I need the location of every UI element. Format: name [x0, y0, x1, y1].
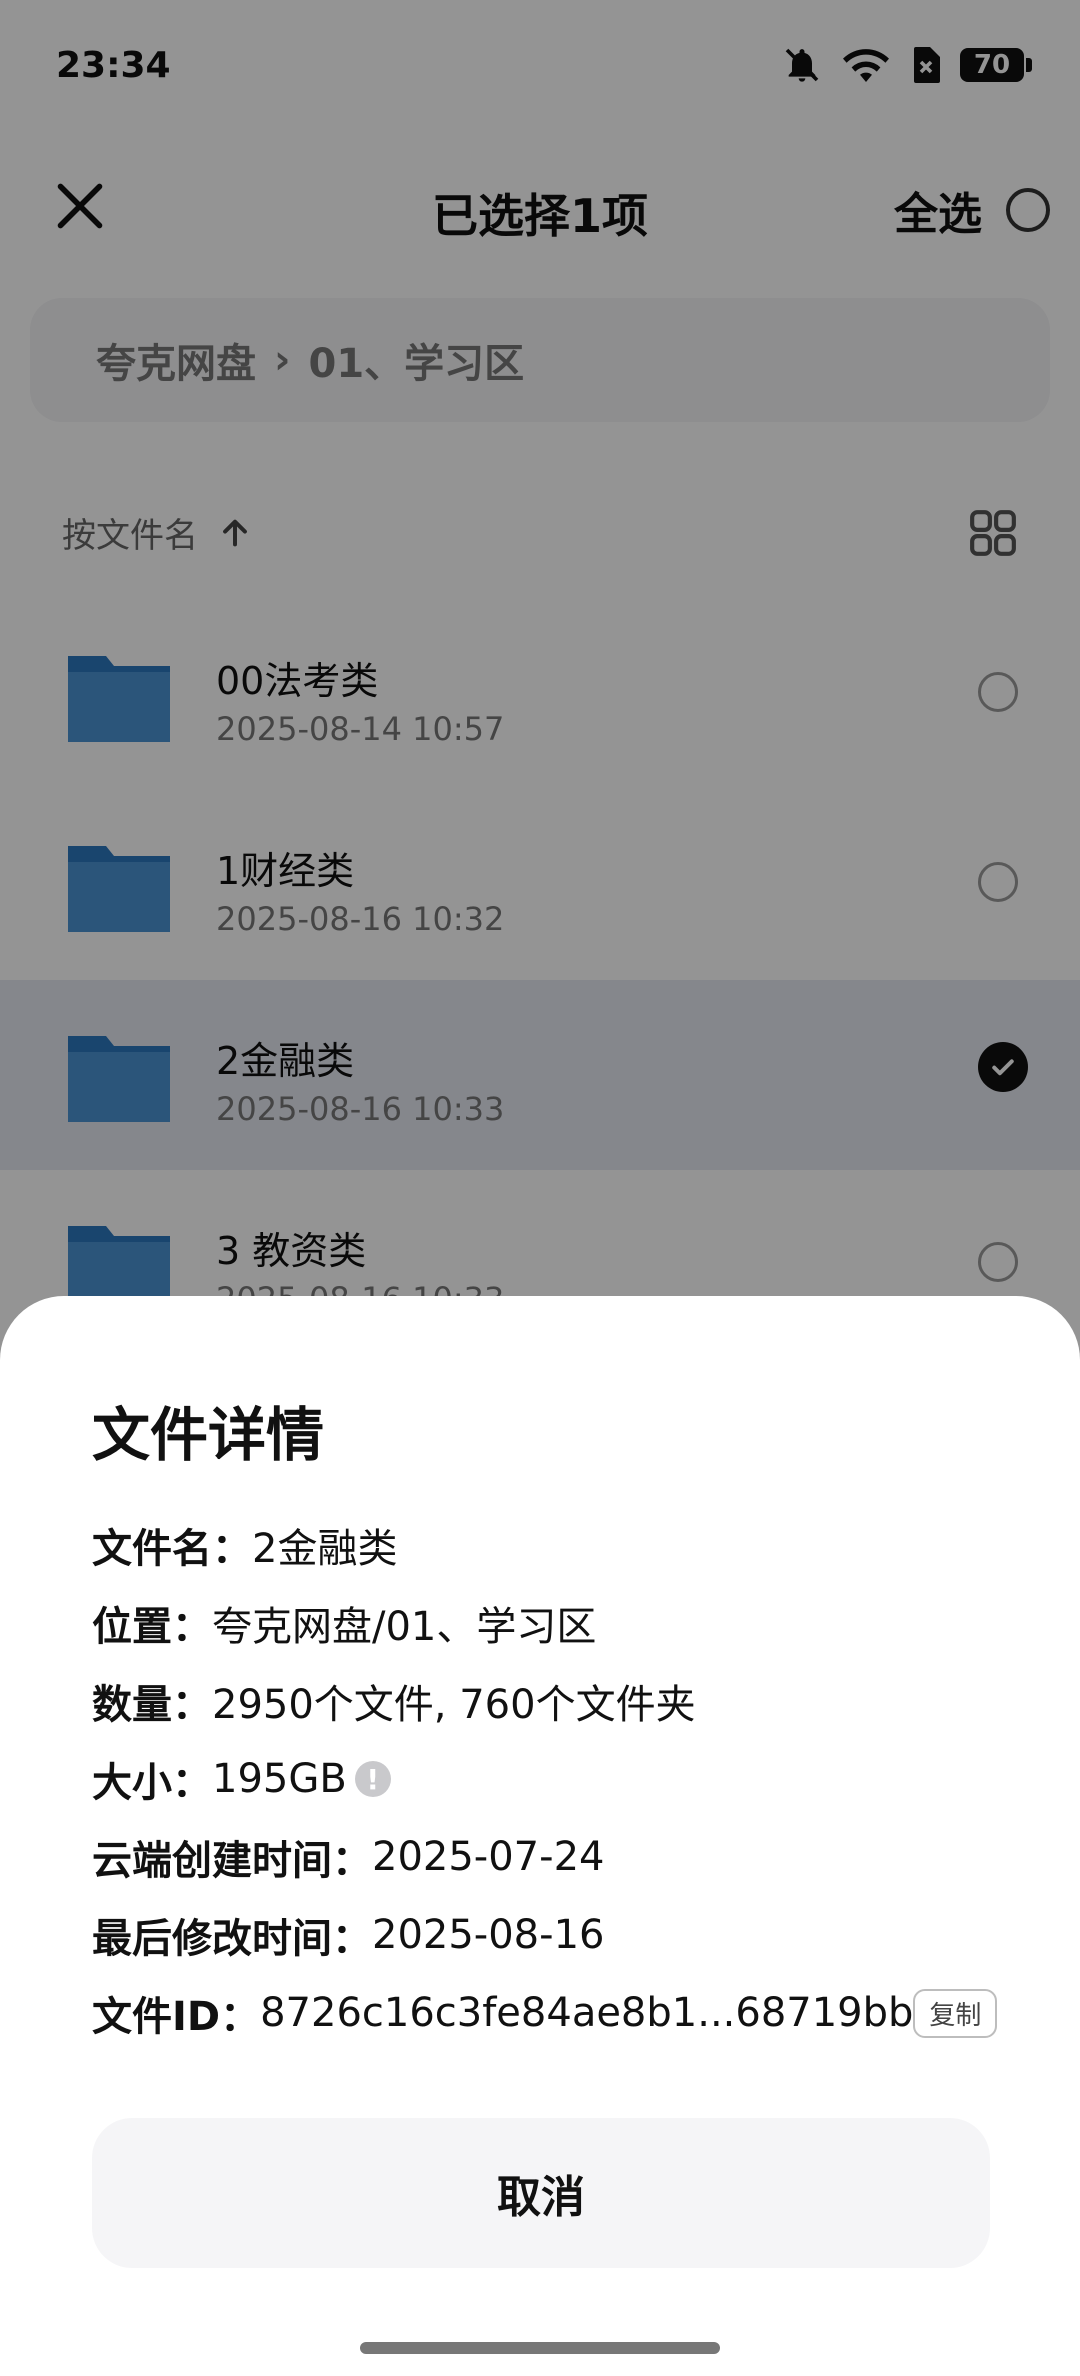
- detail-row-location: 位置： 夸克网盘/01、学习区: [92, 1584, 992, 1662]
- file-details-sheet: 文件详情 文件名： 2金融类 位置： 夸克网盘/01、学习区 数量： 2950个…: [0, 1296, 1080, 2376]
- detail-label: 位置：: [92, 1604, 212, 1650]
- detail-row-modified: 最后修改时间： 2025-08-16: [92, 1896, 992, 1974]
- home-indicator[interactable]: [360, 2342, 720, 2354]
- detail-value: 2025-07-24: [372, 1834, 605, 1880]
- detail-row-created: 云端创建时间： 2025-07-24: [92, 1818, 992, 1896]
- detail-value: 195GB: [212, 1756, 347, 1802]
- detail-label: 云端创建时间：: [92, 1838, 372, 1884]
- screen: 23:34 70 已选择1项 全选 夸克网盘 › 01、学习区 按文件名 00法…: [0, 0, 1080, 2376]
- detail-label: 大小：: [92, 1760, 212, 1806]
- detail-value: 8726c16c3fe84ae8b1...68719bb: [260, 1990, 914, 2036]
- detail-row-count: 数量： 2950个文件, 760个文件夹: [92, 1662, 992, 1740]
- detail-value: 夸克网盘/01、学习区: [212, 1604, 597, 1650]
- detail-value: 2025-08-16: [372, 1912, 605, 1958]
- detail-label: 文件ID：: [92, 1994, 261, 2040]
- detail-label: 最后修改时间：: [92, 1916, 372, 1962]
- detail-label: 数量：: [92, 1682, 212, 1728]
- copy-id-button[interactable]: 复制: [913, 1988, 998, 2038]
- info-icon[interactable]: !: [354, 1761, 391, 1797]
- detail-label: 文件名：: [92, 1526, 252, 1572]
- detail-row-file-id: 文件ID： 8726c16c3fe84ae8b1...68719bb 复制: [92, 1974, 998, 2052]
- detail-row-size: 大小： 195GB !: [92, 1740, 992, 1818]
- detail-row-name: 文件名： 2金融类: [92, 1506, 992, 1584]
- detail-list: 文件名： 2金融类 位置： 夸克网盘/01、学习区 数量： 2950个文件, 7…: [92, 1506, 998, 2052]
- detail-value: 2金融类: [252, 1526, 398, 1572]
- detail-value: 2950个文件, 760个文件夹: [212, 1682, 696, 1728]
- sheet-title: 文件详情: [92, 1401, 325, 1469]
- cancel-button[interactable]: 取消: [92, 2118, 990, 2268]
